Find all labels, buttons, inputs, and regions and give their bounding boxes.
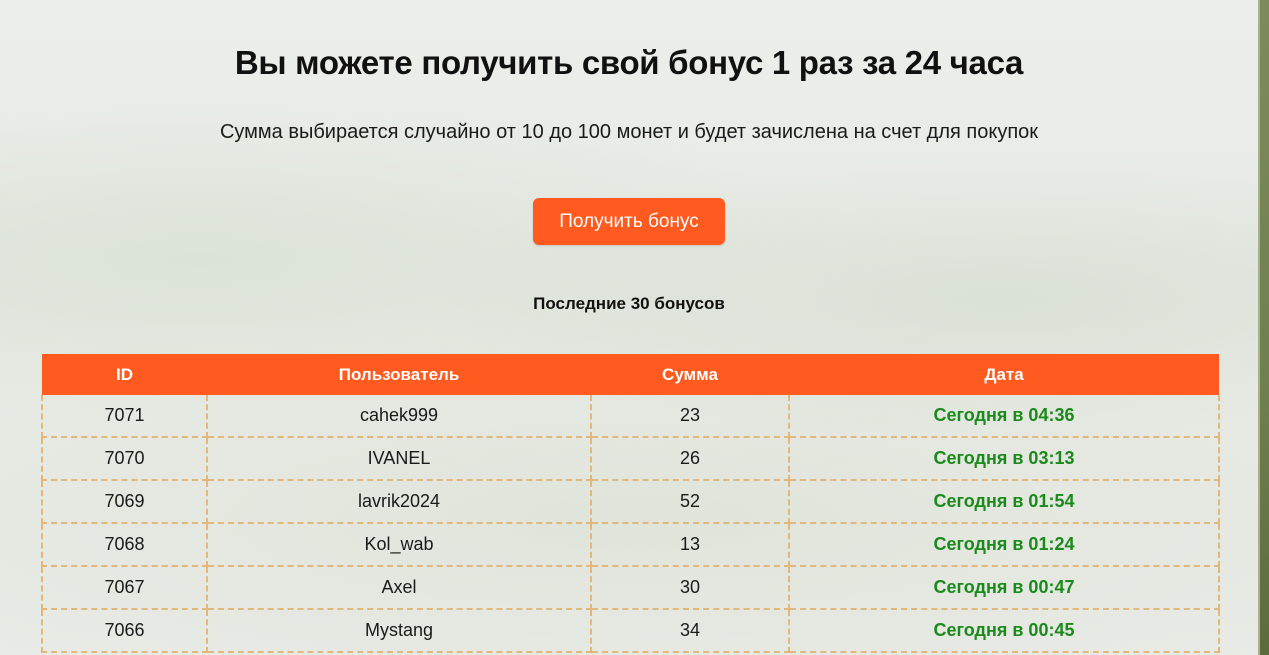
cell-sum: 34 — [590, 609, 790, 653]
page-title: Вы можете получить свой бонус 1 раз за 2… — [234, 44, 1024, 81]
bonus-page: Вы можете получить свой бонус 1 раз за 2… — [0, 0, 1258, 655]
cell-date: Сегодня в 00:47 — [788, 566, 1220, 610]
cell-date: Сегодня в 01:24 — [788, 523, 1220, 567]
cell-id: 7070 — [41, 437, 208, 481]
table-row: 7067 Axel 30 Сегодня в 00:47 — [41, 566, 1220, 610]
table-row: 7068 Kol_wab 13 Сегодня в 01:24 — [41, 523, 1220, 567]
get-bonus-button[interactable]: Получить бонус — [533, 198, 725, 245]
column-header-user: Пользователь — [207, 354, 591, 395]
cell-user: Mystang — [206, 609, 592, 653]
bonuses-table-container: ID Пользователь Сумма Дата 7071 cahek999… — [41, 354, 1220, 653]
cell-sum: 26 — [590, 437, 790, 481]
table-row: 7066 Mystang 34 Сегодня в 00:45 — [41, 609, 1220, 653]
cell-user: Axel — [206, 566, 592, 610]
cell-sum: 13 — [590, 523, 790, 567]
column-header-id: ID — [42, 354, 207, 395]
cell-id: 7069 — [41, 480, 208, 524]
cell-sum: 52 — [590, 480, 790, 524]
last-bonuses-title: Последние 30 бонусов — [533, 294, 725, 313]
table-row: 7069 lavrik2024 52 Сегодня в 01:54 — [41, 480, 1220, 524]
column-header-date: Дата — [789, 354, 1219, 395]
cell-sum: 30 — [590, 566, 790, 610]
table-row: 7071 cahek999 23 Сегодня в 04:36 — [41, 395, 1220, 438]
cell-user: lavrik2024 — [206, 480, 592, 524]
column-header-sum: Сумма — [591, 354, 789, 395]
cell-id: 7066 — [41, 609, 208, 653]
cell-user: Kol_wab — [206, 523, 592, 567]
table-header: ID Пользователь Сумма Дата — [42, 354, 1219, 395]
table-row: 7070 IVANEL 26 Сегодня в 03:13 — [41, 437, 1220, 481]
page-edge-decoration — [1258, 0, 1269, 655]
cell-id: 7071 — [41, 395, 208, 438]
cell-sum: 23 — [590, 395, 790, 438]
table-body: 7071 cahek999 23 Сегодня в 04:36 7070 IV… — [41, 395, 1220, 653]
bonuses-table: ID Пользователь Сумма Дата 7071 cahek999… — [41, 354, 1220, 653]
cell-user: cahek999 — [206, 395, 592, 438]
cell-date: Сегодня в 00:45 — [788, 609, 1220, 653]
cell-user: IVANEL — [206, 437, 592, 481]
table-header-row: ID Пользователь Сумма Дата — [42, 354, 1219, 395]
cell-date: Сегодня в 04:36 — [788, 395, 1220, 438]
cell-id: 7068 — [41, 523, 208, 567]
cell-date: Сегодня в 03:13 — [788, 437, 1220, 481]
cell-id: 7067 — [41, 566, 208, 610]
cell-date: Сегодня в 01:54 — [788, 480, 1220, 524]
page-subtitle: Сумма выбирается случайно от 10 до 100 м… — [219, 121, 1039, 143]
